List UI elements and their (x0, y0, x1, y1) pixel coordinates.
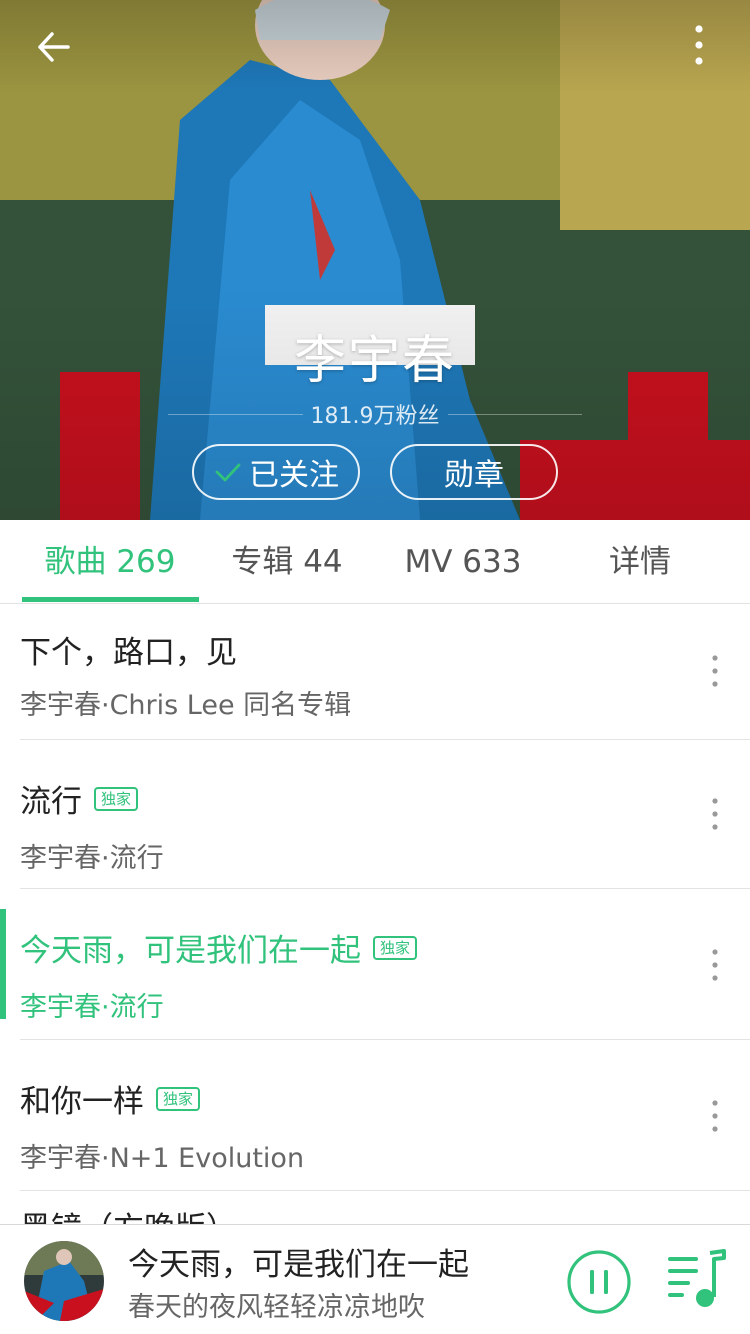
song-subtitle: 李宇春·流行 (20, 992, 164, 1023)
tab-songs[interactable]: 歌曲 269 (22, 520, 198, 604)
artist-header: 李宇春 181.9万粉丝 已关注 勋章 (0, 0, 750, 520)
fans-count: 181.9万粉丝 (310, 404, 440, 429)
more-vertical-icon[interactable] (702, 945, 728, 985)
artist-name: 李宇春 (293, 331, 456, 391)
more-vertical-icon (695, 25, 703, 65)
arrow-left-icon (38, 32, 70, 62)
check-icon (215, 463, 241, 482)
song-title: 今天雨，可是我们在一起 (20, 933, 361, 969)
song-title-partial[interactable]: 黑镜（方晚版） (20, 1203, 237, 1225)
exclusive-badge: 独家 (94, 786, 139, 811)
song-title: 流行 (20, 784, 82, 820)
album-cover[interactable] (24, 1241, 104, 1321)
divider (20, 1190, 750, 1191)
more-vertical-icon[interactable] (702, 651, 728, 691)
active-tab-indicator (22, 597, 199, 602)
back-button[interactable] (30, 22, 80, 72)
song-item[interactable]: 下个，路口，见 李宇春·Chris Lee 同名专辑 (0, 605, 750, 740)
divider-line (168, 413, 303, 415)
song-item[interactable]: 和你一样 独家 李宇春·N+1 Evolution (0, 1040, 750, 1191)
song-item-playing[interactable]: 今天雨，可是我们在一起 独家 李宇春·流行 (0, 889, 750, 1040)
song-item[interactable]: 流行 独家 李宇春·流行 (0, 740, 750, 889)
hero-overlay (0, 0, 750, 520)
mini-player[interactable]: 今天雨，可是我们在一起 春天的夜风轻轻凉凉地吹 (0, 1224, 750, 1334)
pause-button[interactable] (566, 1249, 632, 1315)
fans-count-row: 181.9万粉丝 (168, 398, 583, 430)
more-vertical-icon[interactable] (702, 1096, 728, 1136)
more-options-button[interactable] (680, 20, 720, 70)
song-subtitle: 李宇春·Chris Lee 同名专辑 (20, 690, 352, 721)
medal-label: 勋章 (444, 458, 504, 493)
song-list: 下个，路口，见 李宇春·Chris Lee 同名专辑 流行 独家 李宇春·流行 … (0, 605, 750, 1225)
tab-albums[interactable]: 专辑 44 (199, 520, 375, 604)
tab-details[interactable]: 详情 (552, 520, 728, 604)
pause-icon (567, 1250, 631, 1314)
exclusive-badge: 独家 (373, 935, 418, 960)
tab-bar: 歌曲 269 专辑 44 MV 633 详情 (0, 520, 750, 604)
playlist-button[interactable] (666, 1249, 726, 1311)
exclusive-badge: 独家 (156, 1086, 201, 1111)
now-playing-title: 今天雨，可是我们在一起 (128, 1247, 469, 1283)
now-playing-lyric: 春天的夜风轻轻凉凉地吹 (128, 1292, 425, 1323)
medal-button[interactable]: 勋章 (390, 444, 558, 500)
divider-line (447, 413, 583, 415)
song-title: 和你一样 (20, 1084, 144, 1120)
follow-button[interactable]: 已关注 (192, 444, 360, 500)
now-playing-indicator (0, 909, 6, 1019)
album-cover-image (24, 1241, 104, 1321)
song-subtitle: 李宇春·N+1 Evolution (20, 1143, 305, 1174)
follow-label: 已关注 (249, 458, 339, 493)
song-title: 下个，路口，见 (20, 635, 237, 671)
playlist-icon (668, 1249, 726, 1307)
song-subtitle: 李宇春·流行 (20, 843, 164, 874)
tab-mv[interactable]: MV 633 (375, 520, 551, 604)
more-vertical-icon[interactable] (702, 794, 728, 834)
